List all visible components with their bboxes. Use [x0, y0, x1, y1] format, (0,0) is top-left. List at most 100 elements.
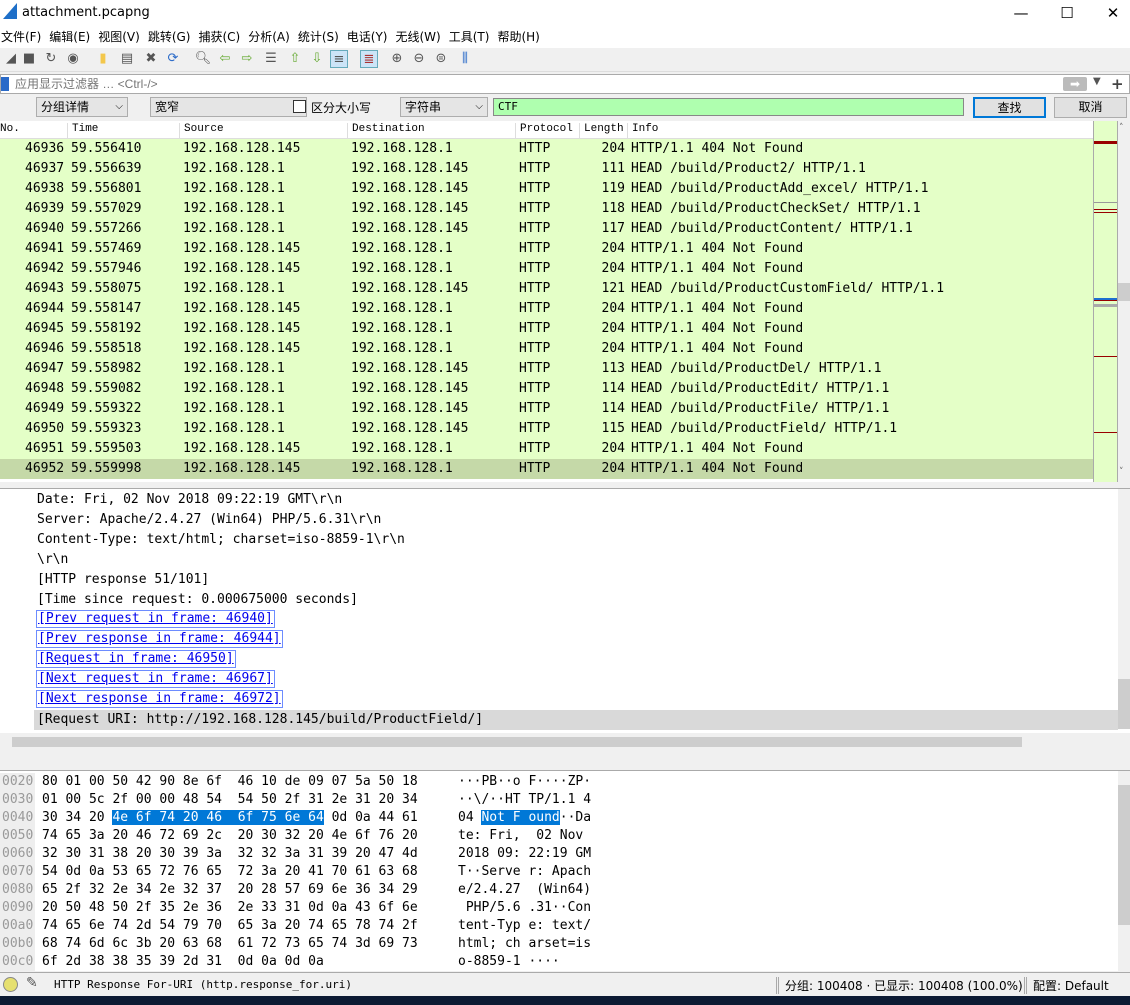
hex-row[interactable]: 00c0 6f 2d 38 38 35 39 2d 31 0d 0a 0d 0a o… [0, 953, 1110, 971]
menu-wireless[interactable]: 无线(W) [395, 28, 448, 46]
find-string-input[interactable]: CTF [493, 98, 964, 116]
go-to-packet-icon[interactable]: ☰ [262, 50, 280, 68]
column-destination[interactable]: Destination [347, 123, 425, 139]
scrollbar-thumb[interactable] [1118, 283, 1130, 301]
resize-columns-icon[interactable]: ⫼ [456, 50, 474, 68]
details-scrollbar[interactable] [1118, 489, 1130, 729]
hex-row[interactable]: 0020 80 01 00 50 42 90 8e 6f 46 10 de 09 … [0, 773, 1110, 791]
column-info[interactable]: Info [627, 123, 658, 139]
frame-link[interactable]: [Next response in frame: 46972] [36, 690, 283, 708]
menu-file[interactable]: 文件(F) [0, 28, 48, 46]
frame-link[interactable]: [Prev response in frame: 46944] [36, 630, 283, 648]
bytes-scrollbar[interactable] [1118, 771, 1130, 971]
detail-line[interactable]: Date: Fri, 02 Nov 2018 09:22:19 GMT\r\n [37, 490, 342, 510]
detail-line[interactable]: [Time since request: 0.000675000 seconds… [37, 590, 358, 610]
close-button[interactable]: ✕ [1090, 0, 1130, 28]
expert-info-icon[interactable] [3, 977, 18, 992]
autoscroll-icon[interactable]: ≡ [330, 50, 348, 68]
find-button[interactable]: 查找 [973, 97, 1046, 118]
column-source[interactable]: Source [179, 123, 224, 139]
packet-row[interactable]: 46950 59.559323 192.168.128.1 192.168.128.1… [0, 419, 1093, 439]
packet-row[interactable]: 46945 59.558192 192.168.128.145 192.168.128… [0, 319, 1093, 339]
restart-capture-icon[interactable]: ↻ [42, 50, 60, 68]
menu-statistics[interactable]: 统计(S) [297, 28, 346, 46]
apply-filter-arrow-icon[interactable]: ➡ [1063, 77, 1087, 91]
packet-row[interactable]: 46947 59.558982 192.168.128.1 192.168.128.1… [0, 359, 1093, 379]
open-file-icon[interactable]: ▮ [94, 50, 112, 68]
column-protocol[interactable]: Protocol [515, 123, 573, 139]
packet-row[interactable]: 46941 59.557469 192.168.128.145 192.168.128… [0, 239, 1093, 259]
last-packet-icon[interactable]: ⇩ [308, 50, 326, 68]
filter-history-dropdown-icon[interactable]: ▼ [1093, 76, 1101, 87]
zoom-in-icon[interactable]: ⊕ [388, 50, 406, 68]
hex-row[interactable]: 0090 20 50 48 50 2f 35 2e 36 2e 33 31 0d … [0, 899, 1110, 917]
go-back-icon[interactable]: ⇦ [216, 50, 234, 68]
hex-row[interactable]: 0040 30 34 20 4e 6f 74 20 46 6f 75 6e 64 … [0, 809, 1110, 827]
menu-edit[interactable]: 编辑(E) [48, 28, 97, 46]
detail-line[interactable]: \r\n [37, 550, 68, 570]
colorize-icon[interactable]: ≣ [360, 50, 378, 68]
cancel-button[interactable]: 取消 [1054, 97, 1127, 118]
menu-capture[interactable]: 捕获(C) [197, 28, 247, 46]
frame-link[interactable]: [Request in frame: 46950] [36, 650, 236, 668]
close-file-icon[interactable]: ✖ [142, 50, 160, 68]
hex-row[interactable]: 00b0 68 74 6d 6c 3b 20 63 68 61 72 73 65 … [0, 935, 1110, 953]
add-filter-button-icon[interactable]: + [1111, 75, 1124, 93]
display-filter-input[interactable] [15, 75, 1055, 93]
detail-line[interactable]: Server: Apache/2.4.27 (Win64) PHP/5.6.31… [37, 510, 381, 530]
column-time[interactable]: Time [67, 123, 98, 139]
bookmark-icon[interactable] [1, 77, 9, 91]
detail-line[interactable]: Content-Type: text/html; charset=iso-885… [37, 530, 405, 550]
frame-link[interactable]: [Next request in frame: 46967] [36, 670, 275, 688]
edit-comment-icon[interactable]: ✎ [26, 975, 38, 991]
capture-options-icon[interactable]: ◉ [64, 50, 82, 68]
packet-row[interactable]: 46952 59.559998 192.168.128.145 192.168.128… [0, 459, 1093, 479]
frame-link[interactable]: [Prev request in frame: 46940] [36, 610, 275, 628]
start-capture-icon[interactable]: ◢ [2, 50, 20, 68]
stop-capture-icon[interactable]: ■ [20, 50, 38, 68]
maximize-button[interactable]: ☐ [1044, 0, 1090, 28]
menu-telephony[interactable]: 电话(Y) [346, 28, 395, 46]
menu-help[interactable]: 帮助(H) [496, 28, 546, 46]
search-type-select[interactable]: 字符串 ⌵ [400, 97, 488, 117]
menu-go[interactable]: 跳转(G) [147, 28, 198, 46]
find-packet-icon[interactable]: 🔍︎ [194, 50, 212, 68]
case-sensitive-checkbox[interactable] [293, 100, 306, 113]
hex-row[interactable]: 0060 32 30 31 38 20 30 39 3a 32 32 3a 31 … [0, 845, 1110, 863]
detail-line[interactable]: [Request URI: http://192.168.128.145/bui… [34, 710, 1118, 730]
packet-row[interactable]: 46938 59.556801 192.168.128.1 192.168.128.1… [0, 179, 1093, 199]
packet-row[interactable]: 46936 59.556410 192.168.128.145 192.168.128… [0, 139, 1093, 159]
column-length[interactable]: Length [579, 123, 624, 139]
go-forward-icon[interactable]: ⇨ [238, 50, 256, 68]
packet-row[interactable]: 46942 59.557946 192.168.128.145 192.168.128… [0, 259, 1093, 279]
packet-minimap[interactable] [1093, 121, 1118, 482]
packet-row[interactable]: 46937 59.556639 192.168.128.1 192.168.128.1… [0, 159, 1093, 179]
hex-row[interactable]: 0080 65 2f 32 2e 34 2e 32 37 20 28 57 69 … [0, 881, 1110, 899]
menu-tools[interactable]: 工具(T) [448, 28, 497, 46]
packet-row[interactable]: 46943 59.558075 192.168.128.1 192.168.128.1… [0, 279, 1093, 299]
zoom-out-icon[interactable]: ⊖ [410, 50, 428, 68]
packet-row[interactable]: 46946 59.558518 192.168.128.145 192.168.128… [0, 339, 1093, 359]
save-file-icon[interactable]: ▤ [118, 50, 136, 68]
packet-row[interactable]: 46951 59.559503 192.168.128.145 192.168.128… [0, 439, 1093, 459]
first-packet-icon[interactable]: ⇧ [286, 50, 304, 68]
zoom-reset-icon[interactable]: ⊜ [432, 50, 450, 68]
packet-row[interactable]: 46944 59.558147 192.168.128.145 192.168.128… [0, 299, 1093, 319]
packet-row[interactable]: 46940 59.557266 192.168.128.1 192.168.128.1… [0, 219, 1093, 239]
hex-row[interactable]: 0070 54 0d 0a 53 65 72 76 65 72 3a 20 41 … [0, 863, 1110, 881]
detail-line[interactable]: [HTTP response 51/101] [37, 570, 209, 590]
status-profile[interactable]: 配置: Default [1024, 977, 1109, 994]
packet-list-scrollbar[interactable]: ˄ ˅ [1118, 121, 1130, 482]
column-no[interactable]: No. [0, 123, 20, 139]
menu-view[interactable]: 视图(V) [97, 28, 147, 46]
search-in-select[interactable]: 分组详情 ⌵ [36, 97, 128, 117]
charset-select[interactable]: 宽窄⌵ [150, 97, 307, 117]
reload-file-icon[interactable]: ⟳ [164, 50, 182, 68]
menu-analyze[interactable]: 分析(A) [247, 28, 297, 46]
packet-row[interactable]: 46948 59.559082 192.168.128.1 192.168.128.1… [0, 379, 1093, 399]
packet-row[interactable]: 46939 59.557029 192.168.128.1 192.168.128.1… [0, 199, 1093, 219]
packet-row[interactable]: 46949 59.559322 192.168.128.1 192.168.128.1… [0, 399, 1093, 419]
hex-row[interactable]: 0030 01 00 5c 2f 00 00 48 54 54 50 2f 31 … [0, 791, 1110, 809]
details-horizontal-scrollbar[interactable] [0, 733, 1130, 750]
minimize-button[interactable]: — [998, 0, 1044, 28]
